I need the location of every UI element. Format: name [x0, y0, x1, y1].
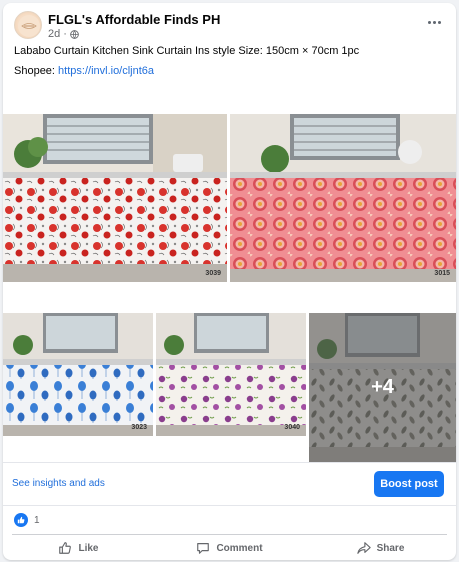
- like-button[interactable]: Like: [3, 536, 154, 560]
- post-text: Lababo Curtain Kitchen Sink Curtain Ins …: [14, 45, 360, 57]
- share-icon: [356, 541, 371, 555]
- boost-post-button[interactable]: Boost post: [374, 471, 444, 497]
- more-dot: [427, 20, 431, 24]
- like-label: Like: [78, 542, 99, 554]
- photo-code: 3039: [205, 270, 221, 277]
- reactions-summary[interactable]: 1: [14, 512, 40, 528]
- reaction-count: 1: [34, 514, 40, 526]
- feed-post: FLGL's Affordable Finds PH 2d · Lababo C…: [3, 3, 456, 560]
- like-icon: [14, 513, 28, 527]
- photo-code: 3015: [434, 270, 450, 277]
- comment-label: Comment: [216, 542, 263, 554]
- actions-divider: [12, 534, 447, 535]
- gallery-photo-1[interactable]: 3039: [3, 114, 227, 282]
- page-avatar[interactable]: [14, 11, 42, 39]
- gallery-photo-5[interactable]: +4: [309, 313, 456, 462]
- shopee-label: Shopee:: [14, 65, 55, 77]
- more-photos-overlay[interactable]: +4: [309, 313, 456, 462]
- photo-1-image: [3, 114, 227, 282]
- share-label: Share: [376, 542, 405, 554]
- comment-icon: [196, 541, 210, 555]
- gallery-photo-3[interactable]: 3023: [3, 313, 153, 436]
- comment-button[interactable]: Comment: [154, 536, 305, 560]
- insights-row: See insights and ads Boost post: [3, 462, 456, 506]
- meta-separator: ·: [63, 28, 67, 40]
- post-meta: 2d ·: [48, 28, 79, 40]
- post-time[interactable]: 2d: [48, 28, 60, 40]
- more-options-button[interactable]: [424, 14, 444, 30]
- photo-2-image: [230, 114, 456, 282]
- photo-4-image: [156, 313, 306, 436]
- more-dot: [437, 20, 441, 24]
- shopee-line: Shopee: https://invl.io/cljnt6a: [14, 65, 154, 77]
- shopee-link[interactable]: https://invl.io/cljnt6a: [58, 65, 154, 77]
- photo-code: 3023: [131, 424, 147, 431]
- gallery-photo-2[interactable]: 3015: [230, 114, 456, 282]
- gallery-photo-4[interactable]: 3040: [156, 313, 306, 436]
- share-button[interactable]: Share: [305, 536, 456, 560]
- more-dot: [432, 20, 436, 24]
- photo-3-image: [3, 313, 153, 436]
- photo-code: 3040: [284, 424, 300, 431]
- globe-icon[interactable]: [70, 29, 79, 39]
- post-header: FLGL's Affordable Finds PH 2d ·: [3, 3, 456, 41]
- photo-gallery: 3039 3015 3023 3040 +4: [3, 86, 456, 462]
- thumbs-up-icon: [58, 541, 72, 555]
- post-actions: Like Comment Share: [3, 536, 456, 560]
- page-name[interactable]: FLGL's Affordable Finds PH: [48, 12, 220, 27]
- see-insights-link[interactable]: See insights and ads: [12, 478, 105, 489]
- more-photos-count: +4: [371, 376, 394, 398]
